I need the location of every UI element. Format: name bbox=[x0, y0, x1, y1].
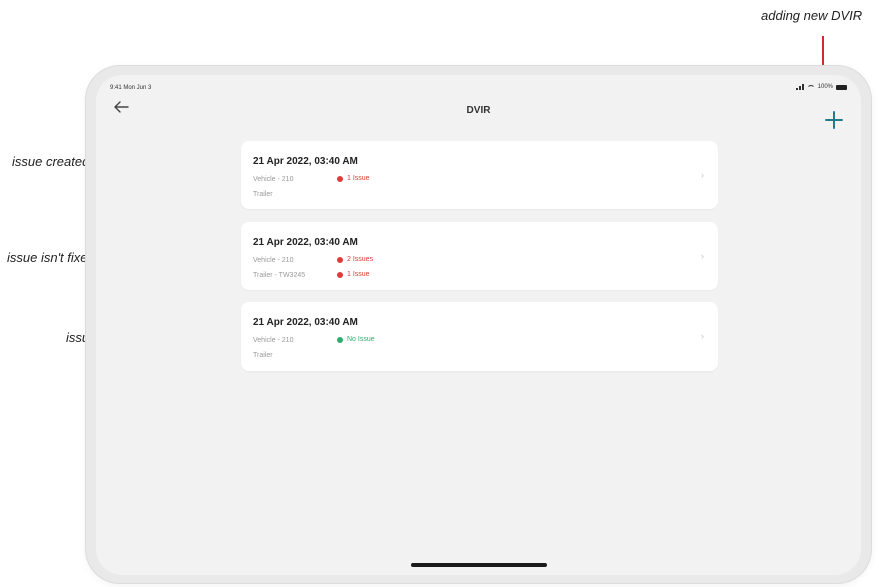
page-title: DVIR bbox=[466, 105, 491, 116]
annotation-adding-new-dvir: adding new DVIR bbox=[761, 8, 863, 23]
chevron-right-icon: › bbox=[701, 251, 704, 261]
trailer-label: Trailer bbox=[253, 352, 273, 359]
status-badge: 1 Issue bbox=[337, 271, 370, 278]
chevron-right-icon: › bbox=[701, 331, 704, 341]
vehicle-label: Vehicle - 210 bbox=[253, 176, 294, 183]
vehicle-label: Vehicle - 210 bbox=[253, 337, 294, 344]
status-text: No Issue bbox=[347, 336, 375, 343]
status-badge: 2 Issues bbox=[337, 256, 373, 263]
status-dot bbox=[337, 256, 343, 263]
trailer-label: Trailer - TW3245 bbox=[253, 272, 306, 279]
dvir-card[interactable]: 21 Apr 2022, 03:40 AM Vehicle - 210 2 Is… bbox=[241, 222, 718, 290]
status-text: 2 Issues bbox=[347, 256, 374, 263]
card-date: 21 Apr 2022, 03:40 AM bbox=[253, 237, 358, 248]
home-indicator bbox=[410, 563, 547, 567]
status-badge: 1 Issue bbox=[337, 175, 370, 182]
dvir-card[interactable]: 21 Apr 2022, 03:40 AM Vehicle - 210 No I… bbox=[241, 302, 718, 371]
status-dot bbox=[337, 175, 343, 182]
battery-icon bbox=[836, 84, 847, 90]
status-time: 9:41 Mon Jun 3 bbox=[110, 85, 152, 91]
wifi-icon bbox=[806, 84, 815, 90]
signal-icon bbox=[795, 84, 804, 90]
status-icons: 100% bbox=[795, 84, 847, 90]
card-date: 21 Apr 2022, 03:40 AM bbox=[253, 317, 358, 328]
tablet-frame: 9:41 Mon Jun 3 100% DVIR 21 Apr 2022, 03… bbox=[86, 66, 871, 583]
status-dot bbox=[337, 271, 343, 278]
app-screen: 9:41 Mon Jun 3 100% DVIR 21 Apr 2022, 03… bbox=[96, 75, 861, 575]
status-dot bbox=[337, 336, 343, 343]
status-text: 1 Issue bbox=[347, 175, 370, 182]
trailer-label: Trailer bbox=[253, 191, 273, 198]
add-dvir-button[interactable] bbox=[825, 111, 843, 129]
chevron-right-icon: › bbox=[701, 170, 704, 180]
card-date: 21 Apr 2022, 03:40 AM bbox=[253, 156, 358, 167]
status-text: 1 Issue bbox=[347, 271, 370, 278]
dvir-card[interactable]: 21 Apr 2022, 03:40 AM Vehicle - 210 1 Is… bbox=[241, 141, 718, 209]
vehicle-label: Vehicle - 210 bbox=[253, 257, 294, 264]
plus-icon bbox=[825, 111, 843, 129]
battery-percent: 100% bbox=[817, 84, 833, 90]
status-badge: No Issue bbox=[337, 336, 375, 343]
